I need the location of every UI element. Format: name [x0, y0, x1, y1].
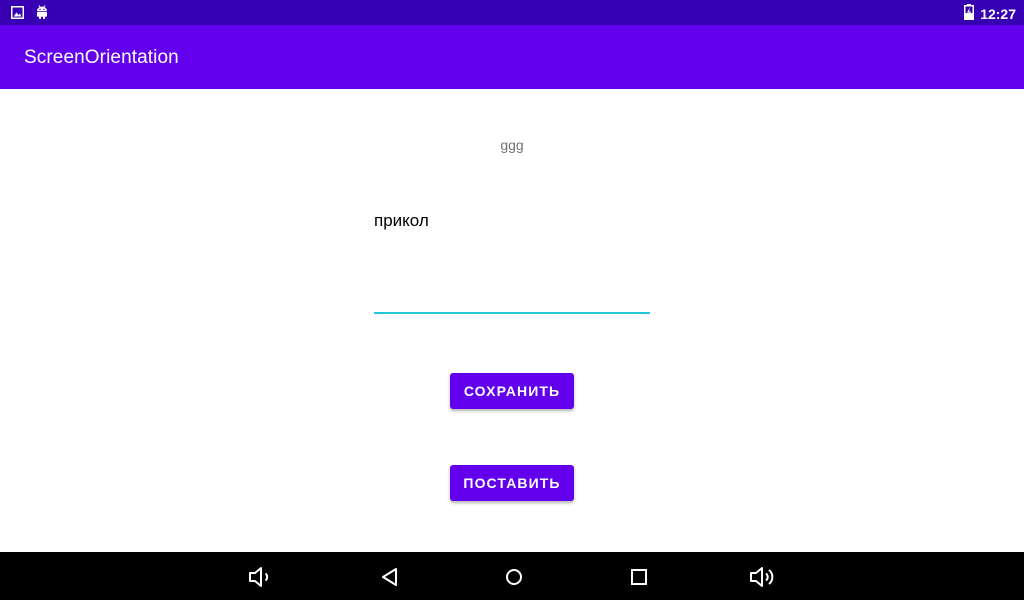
- put-button[interactable]: ПОСТАВИТЬ: [450, 465, 574, 501]
- status-bar: 12:27: [0, 0, 1024, 25]
- recents-icon[interactable]: [626, 564, 652, 590]
- main-content: ggg прикол СОХРАНИТЬ ПОСТАВИТЬ: [0, 89, 1024, 552]
- back-icon[interactable]: [377, 564, 403, 590]
- app-bar: ScreenOrientation: [0, 25, 1024, 89]
- text-input-field[interactable]: прикол: [374, 207, 650, 315]
- home-icon[interactable]: [501, 564, 527, 590]
- android-icon: [36, 5, 48, 24]
- text-input-value[interactable]: прикол: [374, 211, 429, 231]
- save-button[interactable]: СОХРАНИТЬ: [450, 373, 574, 409]
- status-system-icons: 12:27: [964, 4, 1016, 25]
- text-label: ggg: [500, 137, 524, 153]
- status-time: 12:27: [980, 6, 1016, 22]
- status-notification-icons: [11, 5, 48, 24]
- image-icon: [11, 5, 24, 24]
- app-title: ScreenOrientation: [24, 47, 179, 68]
- navigation-bar: [0, 552, 1024, 600]
- battery-charging-icon: [964, 4, 975, 25]
- volume-down-icon[interactable]: [248, 564, 274, 590]
- text-input-underline: [374, 312, 650, 314]
- volume-up-icon[interactable]: [750, 564, 780, 590]
